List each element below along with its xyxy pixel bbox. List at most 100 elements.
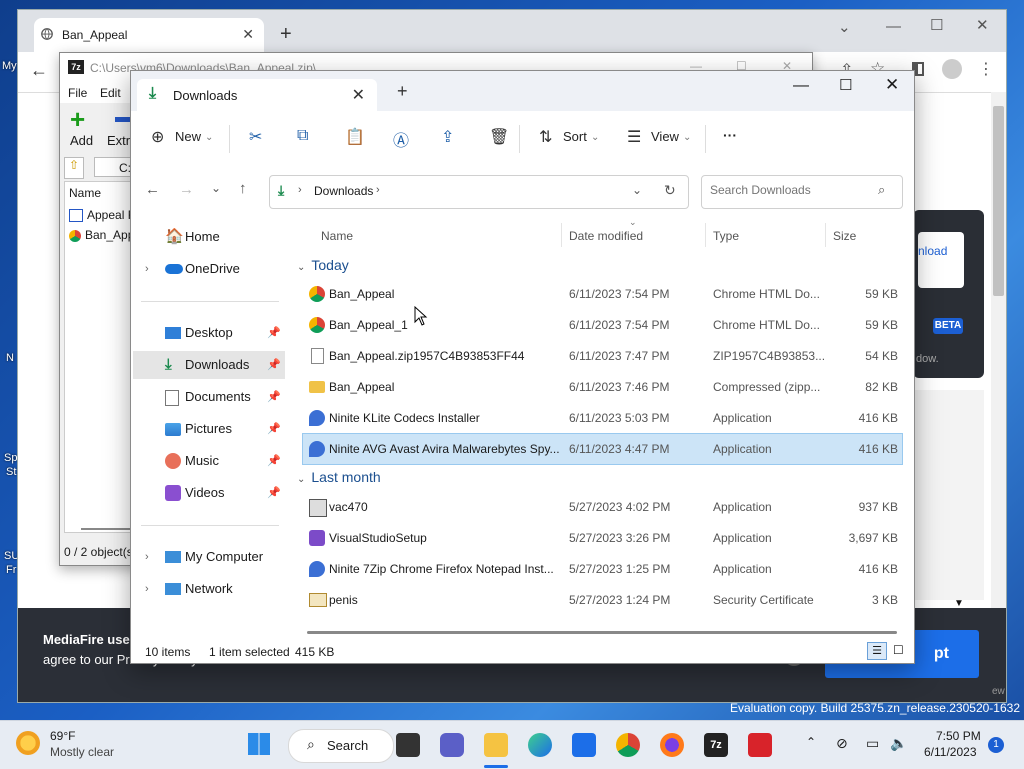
maximize-icon[interactable]: ☐: [930, 16, 943, 34]
nav-item-documents[interactable]: Documents 📌: [133, 383, 285, 411]
download-button[interactable]: nload: [918, 232, 964, 288]
recent-chevron-icon[interactable]: ⌄: [211, 181, 221, 195]
new-plus-icon[interactable]: ⊕: [151, 127, 164, 147]
group-header-last-month[interactable]: ⌄ Last month: [297, 469, 381, 485]
details-view-icon[interactable]: ☰: [867, 642, 887, 660]
sort-button[interactable]: Sort: [563, 129, 587, 144]
explorer-tab[interactable]: ⤓ Downloads ✕: [137, 79, 377, 111]
table-row[interactable]: VisualStudioSetup 5/27/2023 3:26 PM Appl…: [303, 523, 902, 553]
weather-desc[interactable]: Mostly clear: [50, 745, 114, 759]
paste-icon[interactable]: 📋: [345, 127, 365, 147]
nav-item-network[interactable]: › Network: [133, 575, 285, 603]
list-item[interactable]: Ban_App: [69, 228, 134, 242]
close-tab-icon[interactable]: ✕: [352, 85, 365, 105]
nav-item-home[interactable]: 🏠 Home: [133, 223, 285, 251]
clock-date[interactable]: 6/11/2023: [924, 745, 977, 759]
pin-icon[interactable]: 📌: [267, 447, 281, 475]
nav-item-videos[interactable]: Videos 📌: [133, 479, 285, 507]
close-tab-icon[interactable]: ✕: [242, 26, 254, 43]
nav-item-music[interactable]: Music 📌: [133, 447, 285, 475]
copy-icon[interactable]: ⧉: [297, 127, 308, 145]
menu-file[interactable]: File: [68, 86, 87, 100]
expand-chevron-icon[interactable]: ›: [145, 543, 149, 571]
clock-time[interactable]: 7:50 PM: [936, 729, 981, 743]
list-item[interactable]: Appeal F: [69, 208, 135, 223]
forward-arrow-icon[interactable]: →: [179, 181, 194, 198]
store-icon[interactable]: [572, 733, 596, 757]
table-row-selected[interactable]: Ninite AVG Avast Avira Malwarebytes Spy.…: [302, 433, 903, 465]
extract-icon[interactable]: [115, 117, 131, 122]
taskbar-search[interactable]: ⌕ Search: [288, 729, 394, 763]
column-name[interactable]: Name: [321, 229, 353, 243]
chevron-down-icon[interactable]: ⌄: [205, 132, 213, 143]
add-icon[interactable]: +: [70, 106, 85, 132]
close-window-icon[interactable]: ✕: [885, 75, 899, 95]
new-tab-icon[interactable]: +: [397, 81, 408, 102]
weather-icon[interactable]: [16, 731, 40, 755]
close-window-icon[interactable]: ✕: [976, 16, 989, 34]
page-scroll-thumb[interactable]: [993, 106, 1004, 296]
table-row[interactable]: Ban_Appeal 6/11/2023 7:54 PM Chrome HTML…: [303, 279, 902, 309]
column-separator[interactable]: [825, 223, 826, 247]
column-separator[interactable]: [561, 223, 562, 247]
tiles-view-icon[interactable]: ☐: [893, 643, 904, 657]
file-explorer-icon[interactable]: [484, 733, 508, 757]
view-button[interactable]: View: [651, 129, 679, 144]
horizontal-scrollbar[interactable]: [307, 631, 897, 634]
column-separator[interactable]: [705, 223, 706, 247]
chrome-tab[interactable]: Ban_Appeal ✕: [34, 18, 264, 52]
cut-icon[interactable]: ✂: [249, 127, 262, 147]
expand-chevron-icon[interactable]: ›: [145, 255, 149, 283]
pin-icon[interactable]: 📌: [267, 383, 281, 411]
network-off-icon[interactable]: ⊘: [836, 735, 848, 752]
7zip-column-name[interactable]: Name: [69, 186, 101, 200]
nav-item-my-computer[interactable]: › My Computer: [133, 543, 285, 571]
breadcrumb-chevron-icon[interactable]: ›: [376, 184, 380, 196]
chevron-down-icon[interactable]: ⌄: [838, 18, 851, 36]
view-icon[interactable]: ☰: [627, 127, 641, 147]
volume-icon[interactable]: 🔈: [890, 735, 907, 752]
folder-up-icon[interactable]: ⇧: [64, 157, 84, 179]
chevron-down-icon[interactable]: ⌄: [683, 132, 691, 143]
address-box[interactable]: ⤓ › Downloads › ⌄ ↻: [269, 175, 689, 209]
refresh-icon[interactable]: ↻: [664, 182, 676, 199]
minimize-icon[interactable]: —: [793, 77, 809, 95]
breadcrumb-downloads[interactable]: Downloads: [314, 184, 373, 198]
expand-chevron-icon[interactable]: ›: [145, 575, 149, 603]
back-arrow-icon[interactable]: ←: [145, 181, 160, 198]
search-icon[interactable]: ⌕: [878, 182, 885, 198]
search-input[interactable]: [708, 182, 872, 198]
table-row[interactable]: vac470 5/27/2023 4:02 PM Application 937…: [303, 492, 902, 522]
new-tab-icon[interactable]: +: [280, 23, 292, 46]
notification-badge[interactable]: 1: [988, 737, 1004, 753]
pin-icon[interactable]: 📌: [267, 415, 281, 443]
more-options-icon[interactable]: ···: [723, 127, 737, 143]
weather-temp[interactable]: 69°F: [50, 729, 75, 743]
share-icon[interactable]: ⇪: [441, 127, 454, 147]
table-row[interactable]: Ban_Appeal.zip1957C4B93853FF44 6/11/2023…: [303, 341, 902, 371]
table-row[interactable]: Ban_Appeal_1 6/11/2023 7:54 PM Chrome HT…: [303, 310, 902, 340]
pin-icon[interactable]: 📌: [267, 479, 281, 507]
minimize-icon[interactable]: —: [886, 18, 901, 35]
column-type[interactable]: Type: [713, 229, 739, 243]
task-view-icon[interactable]: [396, 733, 420, 757]
avira-icon[interactable]: [748, 733, 772, 757]
pin-icon[interactable]: 📌: [267, 319, 281, 347]
nav-item-desktop[interactable]: Desktop 📌: [133, 319, 285, 347]
menu-edit[interactable]: Edit: [100, 86, 121, 100]
address-dropdown-icon[interactable]: ⌄: [632, 183, 642, 197]
7zip-taskbar-icon[interactable]: 7z: [704, 733, 728, 757]
column-size[interactable]: Size: [833, 229, 856, 243]
menu-dots-icon[interactable]: ⋮: [978, 59, 994, 79]
start-windows-icon[interactable]: [248, 733, 270, 755]
nav-item-onedrive[interactable]: › OneDrive: [133, 255, 285, 283]
profile-avatar[interactable]: [942, 59, 962, 79]
add-button-label[interactable]: Add: [70, 133, 93, 148]
column-date[interactable]: Date modified: [569, 229, 643, 243]
teams-chat-icon[interactable]: [440, 733, 464, 757]
nav-item-pictures[interactable]: Pictures 📌: [133, 415, 285, 443]
group-header-today[interactable]: ⌄ Today: [297, 257, 349, 273]
table-row[interactable]: Ninite KLite Codecs Installer 6/11/2023 …: [303, 403, 902, 433]
edge-icon[interactable]: [528, 733, 552, 757]
chrome-icon[interactable]: [616, 733, 640, 757]
